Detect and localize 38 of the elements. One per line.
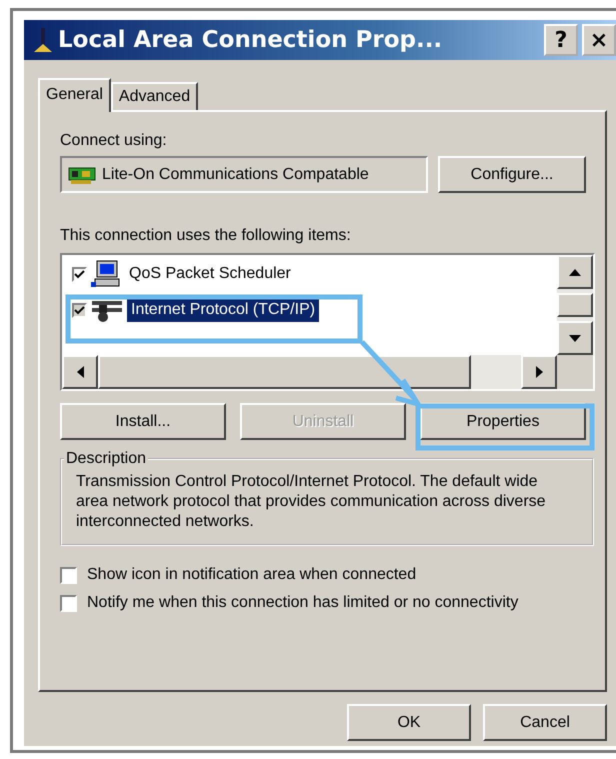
scroll-down-button[interactable] [557, 321, 593, 355]
adapter-name: Lite-On Communications Compatable [102, 166, 369, 184]
up-triangle-icon [569, 268, 581, 276]
help-button[interactable]: ? [544, 24, 578, 56]
dialog-button[interactable]: Cancel [483, 704, 607, 741]
scroll-thumb[interactable] [98, 355, 471, 389]
checkbox[interactable] [72, 302, 87, 318]
scrollbar[interactable] [62, 355, 557, 389]
computer-icon [91, 260, 121, 288]
down-triangle-icon [569, 334, 581, 342]
item-button[interactable]: Install... [60, 403, 226, 440]
tab[interactable]: General [38, 78, 111, 112]
checkbox[interactable] [60, 566, 77, 584]
close-button[interactable]: × [582, 24, 616, 56]
network-card-icon [68, 164, 96, 184]
checkbox-label: Show icon in notification area when connected [87, 566, 416, 584]
configure-button[interactable]: Configure... [438, 156, 586, 193]
field-label: Connect using: [60, 132, 168, 150]
left-triangle-icon [76, 366, 84, 378]
description-text: Transmission Control Protocol/Internet Protocol. The default wide area network protocol that provides communication across diverse interconnected networks. [76, 472, 547, 532]
dialog-button[interactable]: OK [347, 704, 471, 741]
scroll-right-button[interactable] [521, 355, 557, 389]
network-icon [32, 26, 54, 54]
list-item[interactable]: Internet Protocol (TCP/IP) [127, 298, 320, 322]
window-title: Local Area Connection Prop... [58, 27, 444, 53]
list-item[interactable]: QoS Packet Scheduler [125, 262, 295, 286]
checkbox-label: Notify me when this connection has limited or no connectivity [87, 594, 518, 612]
scroll-left-button[interactable] [62, 355, 98, 389]
right-triangle-icon [536, 366, 542, 378]
scrollbar[interactable] [557, 255, 593, 355]
scroll-thumb[interactable] [557, 293, 593, 317]
group-title: Description [65, 450, 148, 468]
annotation-arrow [360, 340, 424, 408]
scrollbar-corner [557, 355, 593, 389]
checkbox[interactable] [60, 594, 77, 612]
tab[interactable]: Advanced [110, 82, 198, 110]
scroll-up-button[interactable] [557, 255, 593, 289]
field-label: This connection uses the following items: [60, 227, 352, 245]
